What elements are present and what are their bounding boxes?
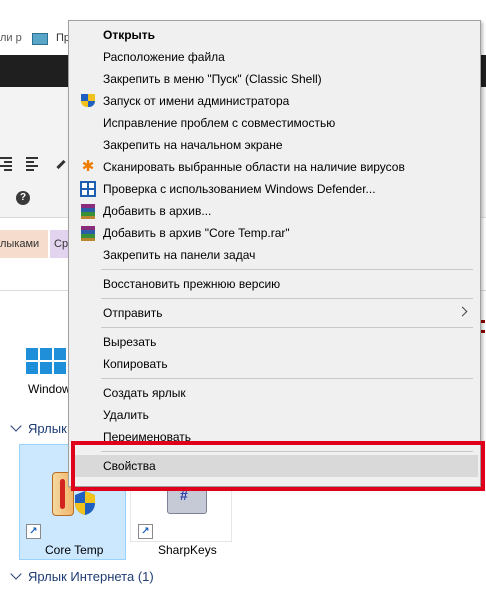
menu-item-restore-previous-version[interactable]: Восстановить прежнюю версию <box>71 273 478 295</box>
menu-item-create-shortcut[interactable]: Создать ярлык <box>71 382 478 404</box>
chevron-down-icon <box>10 568 22 580</box>
shortcut-arrow-icon: ↗ <box>26 524 41 539</box>
shortcut-arrow-icon: ↗ <box>138 524 153 539</box>
help-icon[interactable]: ? <box>16 191 30 205</box>
menu-separator <box>101 298 473 299</box>
menu-item-label: Копировать <box>103 357 168 371</box>
menu-item-label: Сканировать выбранные области на наличие… <box>103 160 405 174</box>
chevron-down-icon <box>10 420 22 432</box>
avast-icon: ✱ <box>81 158 95 175</box>
group-header-label: Ярлык <box>28 421 67 436</box>
red-highlight-box <box>71 441 485 491</box>
file-tile-label: SharpKeys <box>158 543 217 557</box>
chevron-right-icon <box>457 306 468 317</box>
windows-folder-icon[interactable] <box>26 348 68 382</box>
winrar-icon <box>80 203 96 219</box>
menu-item-label: Закрепить в меню "Пуск" (Classic Shell) <box>103 72 322 86</box>
menu-item-send-to[interactable]: Отправить <box>71 302 478 324</box>
menu-item-avast-scan[interactable]: ✱ Сканировать выбранные области на налич… <box>71 156 478 178</box>
menu-item-label: Открыть <box>103 28 156 42</box>
menu-item-label: Отправить <box>103 306 163 320</box>
align-left-icon[interactable] <box>26 157 38 173</box>
menu-item-add-to-archive[interactable]: Добавить в архив... <box>71 200 478 222</box>
tab-secondary[interactable]: Ср <box>50 230 70 258</box>
menu-item-delete[interactable]: Удалить <box>71 404 478 426</box>
menu-item-troubleshoot-compatibility[interactable]: Исправление проблем с совместимостью <box>71 112 478 134</box>
group-header-label: Ярлык Интернета (1) <box>28 569 154 584</box>
menu-item-label: Добавить в архив "Core Temp.rar" <box>103 226 290 240</box>
menu-item-label: Создать ярлык <box>103 386 186 400</box>
menu-separator <box>101 378 473 379</box>
file-tile-label: Core Temp <box>45 543 104 557</box>
group-header-internet-shortcuts[interactable]: Ярлык Интернета (1) <box>10 568 154 584</box>
menu-separator <box>101 327 473 328</box>
menu-item-copy[interactable]: Копировать <box>71 353 478 375</box>
menu-item-cut[interactable]: Вырезать <box>71 331 478 353</box>
menu-item-label: Закрепить на панели задач <box>103 248 256 262</box>
window-tab-icon <box>32 33 48 45</box>
menu-item-label: Восстановить прежнюю версию <box>103 277 281 291</box>
link-icon[interactable] <box>56 159 66 170</box>
menu-item-label: Удалить <box>103 408 149 422</box>
menu-item-open[interactable]: Открыть <box>71 24 478 46</box>
align-right-icon[interactable] <box>0 157 12 173</box>
window-item-label[interactable]: Window <box>28 382 71 396</box>
group-header-shortcuts[interactable]: Ярлык <box>10 420 67 436</box>
menu-item-label: Закрепить на начальном экране <box>103 138 283 152</box>
menu-item-pin-start-classic-shell[interactable]: Закрепить в меню "Пуск" (Classic Shell) <box>71 68 478 90</box>
winrar-icon <box>80 225 96 241</box>
menu-item-file-location[interactable]: Расположение файла <box>71 46 478 68</box>
menu-item-run-as-admin[interactable]: Запуск от имени администратора <box>71 90 478 112</box>
menu-item-label: Проверка с использованием Windows Defend… <box>103 182 376 196</box>
tab-shortcuts[interactable]: лыками <box>0 230 48 258</box>
menu-separator <box>101 269 473 270</box>
menu-item-pin-start-screen[interactable]: Закрепить на начальном экране <box>71 134 478 156</box>
menu-item-label: Вырезать <box>103 335 157 349</box>
top-bar-text-left: ли р <box>0 32 22 44</box>
menu-item-add-to-core-temp-rar[interactable]: Добавить в архив "Core Temp.rar" <box>71 222 478 244</box>
menu-item-label: Исправление проблем с совместимостью <box>103 116 336 130</box>
context-menu: Открыть Расположение файла Закрепить в м… <box>68 20 481 487</box>
menu-item-label: Расположение файла <box>103 50 225 64</box>
menu-item-label: Запуск от имени администратора <box>103 94 290 108</box>
menu-item-pin-taskbar[interactable]: Закрепить на панели задач <box>71 244 478 266</box>
uac-shield-icon <box>80 93 96 109</box>
windows-defender-icon <box>80 181 96 197</box>
menu-item-label: Добавить в архив... <box>103 204 212 218</box>
menu-item-windows-defender-scan[interactable]: Проверка с использованием Windows Defend… <box>71 178 478 200</box>
